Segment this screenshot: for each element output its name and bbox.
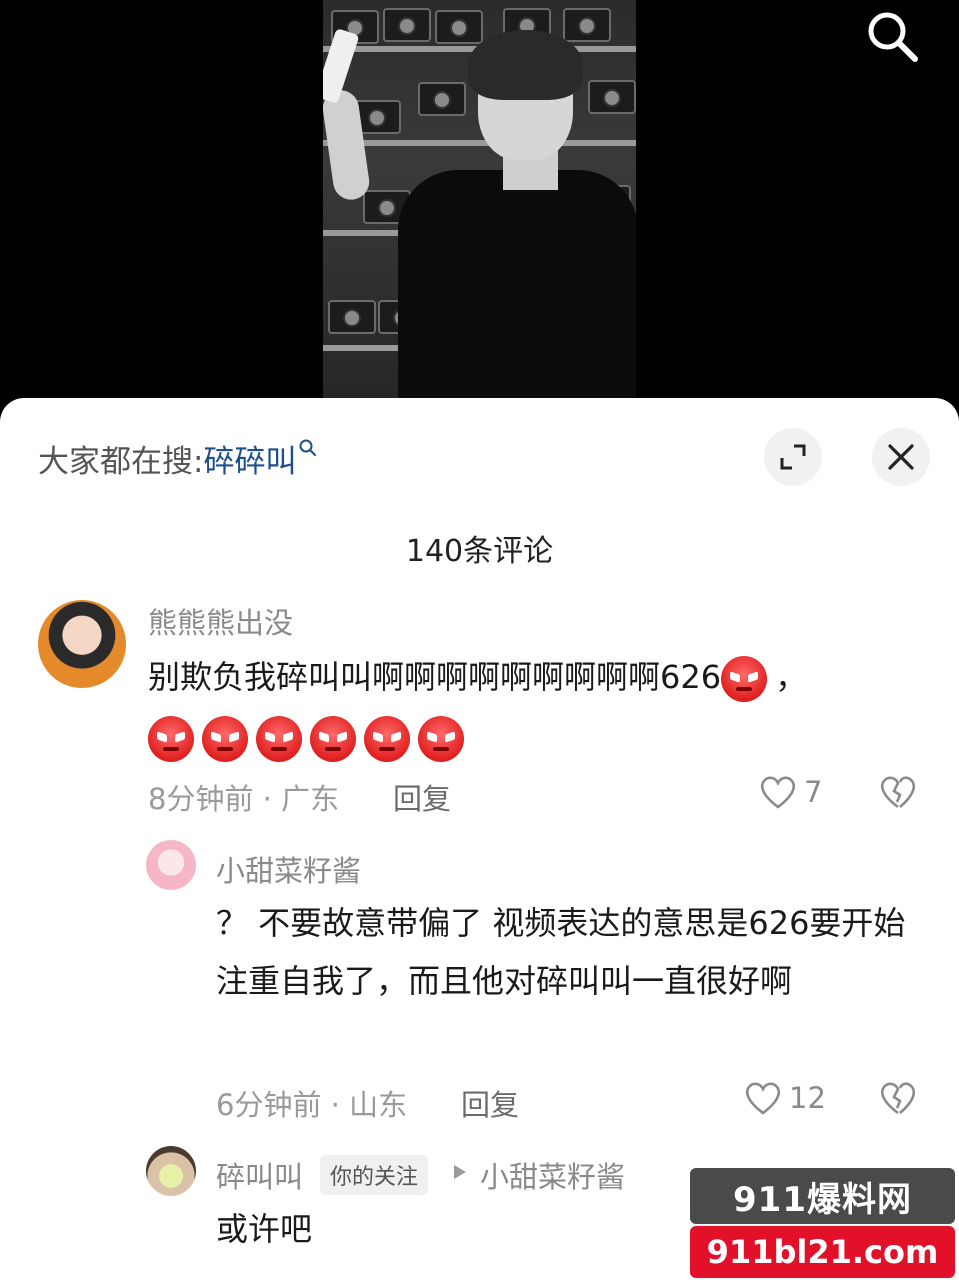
- small-search-icon: [299, 439, 317, 456]
- comment-text: 别欺负我碎叫叫啊啊啊啊啊啊啊啊啊626 ，: [148, 648, 908, 766]
- comment-text: ？ 不要故意带偏了 视频表达的意思是626要开始注重自我了，而且他对碎叫叫一直很…: [216, 904, 906, 1000]
- watermark-logo: 911爆料网: [690, 1168, 955, 1224]
- hot-search-bar[interactable]: 大家都在搜:碎碎叫: [38, 436, 318, 481]
- follow-badge: 你的关注: [320, 1155, 429, 1195]
- camera-prop: [418, 82, 466, 116]
- comment-text-suffix: ，: [775, 658, 808, 696]
- dislike-button[interactable]: [878, 774, 918, 814]
- camera-prop: [588, 80, 636, 114]
- comment-username[interactable]: 小甜菜籽酱: [216, 848, 361, 890]
- avatar[interactable]: [146, 840, 196, 890]
- reply-button[interactable]: 回复: [393, 776, 451, 818]
- comment-text-line: 别欺负我碎叫叫啊啊啊啊啊啊啊啊啊626: [148, 658, 722, 696]
- dislike-button[interactable]: [878, 1080, 918, 1120]
- comment-count: 140条评论: [405, 534, 554, 569]
- comment-text: 或许吧: [216, 1210, 313, 1248]
- search-button[interactable]: [862, 6, 922, 66]
- comment-username[interactable]: 碎叫叫: [216, 1154, 303, 1196]
- close-button[interactable]: [872, 428, 930, 486]
- avatar[interactable]: [146, 1146, 196, 1196]
- avatar[interactable]: [38, 600, 126, 688]
- expand-icon: [780, 444, 806, 470]
- angry-emoji-icon: [202, 716, 248, 762]
- camera-prop: [435, 10, 483, 44]
- angry-emoji-icon: [310, 716, 356, 762]
- person-hair: [468, 30, 583, 100]
- video-frame: [323, 0, 636, 400]
- camera-prop: [328, 300, 376, 334]
- comment-meta: 6分钟前 · 山东: [216, 1088, 408, 1122]
- angry-emoji-icon: [256, 716, 302, 762]
- angry-emoji-icon: [721, 656, 768, 702]
- comment-sheet: 大家都在搜:碎碎叫 140条评论 熊熊熊出没 别欺负我碎叫叫啊啊啊啊啊啊啊啊啊6…: [0, 398, 959, 1280]
- like-count: 7: [804, 775, 823, 809]
- heart-icon: [760, 776, 796, 809]
- reply-to-username[interactable]: 小甜菜籽酱: [480, 1154, 625, 1196]
- comment-username[interactable]: 熊熊熊出没: [148, 600, 293, 642]
- like-count: 12: [789, 1081, 826, 1115]
- watermark-url: 911bl21.com: [690, 1226, 955, 1278]
- like-button[interactable]: 7: [758, 774, 822, 810]
- person-shirt: [398, 170, 636, 400]
- broken-heart-icon: [880, 1082, 916, 1115]
- close-icon: [888, 444, 914, 470]
- angry-emoji-icon: [364, 716, 410, 762]
- shelf: [323, 140, 636, 146]
- angry-emoji-icon: [418, 716, 464, 762]
- search-icon: [868, 12, 918, 62]
- watermark: 911爆料网 911bl21.com: [690, 1168, 955, 1278]
- like-button[interactable]: 12: [743, 1080, 826, 1116]
- angry-emoji-icon: [148, 716, 194, 762]
- reply-arrow-icon: [454, 1165, 466, 1179]
- heart-icon: [745, 1082, 781, 1115]
- hot-search-prefix: 大家都在搜:: [38, 444, 204, 480]
- broken-heart-icon: [880, 776, 916, 809]
- hot-search-keyword[interactable]: 碎碎叫: [203, 444, 296, 480]
- expand-button[interactable]: [764, 428, 822, 486]
- video-player[interactable]: [0, 0, 959, 420]
- camera-prop: [383, 8, 431, 42]
- camera-prop: [563, 8, 611, 42]
- emoji-row: [148, 708, 908, 766]
- reply-button[interactable]: 回复: [461, 1082, 519, 1124]
- comment-meta: 8分钟前 · 广东: [148, 782, 340, 816]
